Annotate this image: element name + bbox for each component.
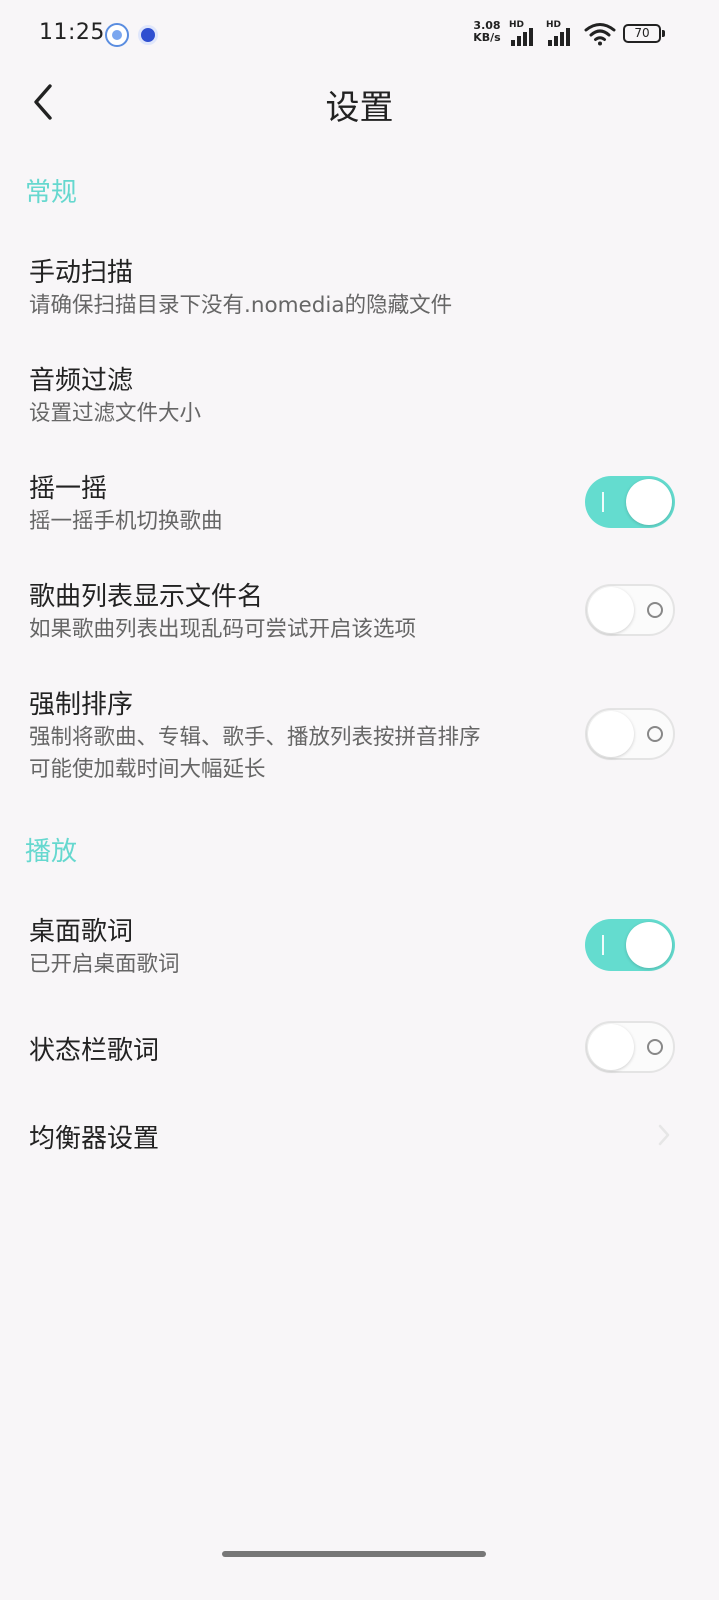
- network-speed-unit: KB/s: [473, 31, 501, 44]
- setting-title: 歌曲列表显示文件名: [29, 582, 264, 612]
- toggle-knob: [588, 1024, 634, 1070]
- setting-subtitle: 请确保扫描目录下没有.nomedia的隐藏文件: [29, 293, 453, 318]
- setting-title: 手动扫描: [29, 258, 134, 288]
- setting-title: 摇一摇: [29, 474, 108, 504]
- status-bar: 11:25 3.08 KB/s HD HD 70: [0, 0, 719, 68]
- setting-subtitle: 已开启桌面歌词: [29, 952, 180, 977]
- setting-shake: 摇一摇 摇一摇手机切换歌曲: [0, 468, 719, 548]
- setting-subtitle: 如果歌曲列表出现乱码可尝试开启该选项: [29, 617, 417, 642]
- page-title: 设置: [325, 88, 394, 128]
- chevron-right-icon: [658, 1124, 670, 1146]
- force-sort-toggle[interactable]: [585, 708, 675, 760]
- setting-subtitle-line2: 可能使加载时间大幅延长: [29, 757, 266, 782]
- toggle-knob: [626, 922, 672, 968]
- setting-show-filename: 歌曲列表显示文件名 如果歌曲列表出现乱码可尝试开启该选项: [0, 576, 719, 656]
- wifi-icon: [584, 23, 616, 46]
- setting-title: 状态栏歌词: [29, 1036, 160, 1066]
- toggle-knob: [588, 587, 634, 633]
- section-header-playback: 播放: [25, 837, 78, 867]
- network-speed: 3.08 KB/s: [470, 20, 504, 44]
- show-filename-toggle[interactable]: [585, 584, 675, 636]
- signal-sim2-icon: HD: [546, 20, 576, 46]
- setting-force-sort: 强制排序 强制将歌曲、专辑、歌手、播放列表按拼音排序 可能使加载时间大幅延长: [0, 684, 719, 794]
- toggle-knob: [588, 711, 634, 757]
- setting-title: 均衡器设置: [29, 1124, 160, 1154]
- desktop-lyrics-toggle[interactable]: [585, 919, 675, 971]
- header: 设置: [0, 68, 719, 148]
- setting-audio-filter[interactable]: 音频过滤 设置过滤文件大小: [0, 360, 719, 440]
- setting-title: 音频过滤: [29, 366, 134, 396]
- setting-subtitle: 摇一摇手机切换歌曲: [29, 509, 223, 534]
- setting-equalizer[interactable]: 均衡器设置: [0, 1118, 719, 1168]
- app-notification-icon-2: [138, 25, 158, 45]
- signal-sim1-icon: HD: [509, 20, 539, 46]
- app-notification-icon: [105, 23, 129, 47]
- toggle-off-mark: [647, 602, 663, 618]
- setting-title: 桌面歌词: [29, 917, 134, 947]
- toggle-knob: [626, 479, 672, 525]
- section-header-general: 常规: [25, 178, 78, 208]
- statusbar-lyrics-toggle[interactable]: [585, 1021, 675, 1073]
- setting-title: 强制排序: [29, 690, 134, 720]
- toggle-off-mark: [647, 726, 663, 742]
- shake-toggle[interactable]: [585, 476, 675, 528]
- toggle-off-mark: [647, 1039, 663, 1055]
- toggle-on-mark: [602, 935, 604, 955]
- setting-manual-scan[interactable]: 手动扫描 请确保扫描目录下没有.nomedia的隐藏文件: [0, 252, 719, 332]
- toggle-on-mark: [602, 492, 604, 512]
- setting-subtitle: 设置过滤文件大小: [29, 401, 202, 426]
- setting-desktop-lyrics: 桌面歌词 已开启桌面歌词: [0, 911, 719, 991]
- setting-subtitle-line1: 强制将歌曲、专辑、歌手、播放列表按拼音排序: [29, 725, 481, 750]
- battery-icon: 70: [623, 24, 665, 43]
- status-time: 11:25: [39, 20, 105, 45]
- home-indicator[interactable]: [222, 1551, 486, 1557]
- setting-statusbar-lyrics: 状态栏歌词: [0, 1021, 719, 1090]
